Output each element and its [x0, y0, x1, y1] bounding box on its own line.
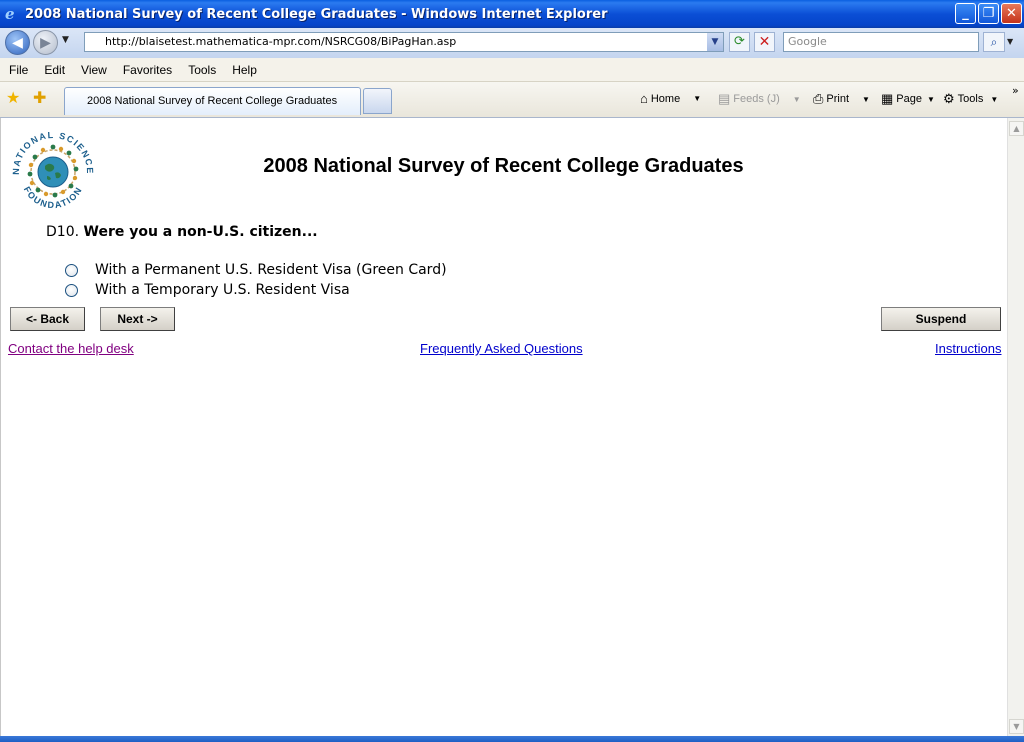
question-number: D10.	[46, 224, 80, 240]
recent-pages-dropdown-icon[interactable]: ▼	[62, 35, 69, 45]
stop-button[interactable]: ✕	[754, 32, 775, 52]
option-permanent-visa-label: With a Permanent U.S. Resident Visa (Gre…	[95, 262, 447, 278]
feeds-icon: ▤	[718, 91, 731, 106]
tools-dropdown-icon[interactable]: ▼	[990, 95, 998, 104]
forward-nav-button[interactable]: ▶	[33, 30, 58, 55]
search-placeholder: Google	[788, 35, 827, 48]
minimize-button[interactable]: _	[955, 3, 976, 24]
feeds-label: Feeds (J)	[733, 93, 780, 105]
vertical-scrollbar[interactable]: ▲ ▼	[1007, 118, 1024, 736]
printer-icon: ⎙	[813, 91, 824, 106]
help-desk-link[interactable]: Contact the help desk	[8, 341, 134, 356]
home-button[interactable]: ⌂ Home ▼	[640, 91, 701, 106]
arrow-right-icon: ▶	[40, 34, 51, 51]
tools-button[interactable]: ⚙ Tools ▼	[943, 91, 998, 107]
close-button[interactable]: ✕	[1001, 3, 1022, 24]
page-icon: ▦	[881, 91, 894, 106]
menu-file[interactable]: File	[9, 63, 28, 77]
status-bar-edge	[0, 736, 1024, 742]
menu-bar: File Edit View Favorites Tools Help	[0, 58, 1024, 82]
new-tab-button[interactable]	[363, 88, 392, 114]
radio-temporary-visa[interactable]	[65, 283, 78, 297]
page-content: NATIONAL SCIENCE FOUNDATION 2008 Nationa…	[0, 118, 1007, 736]
add-favorite-icon[interactable]: ✚	[33, 88, 46, 107]
favorites-star-icon[interactable]: ★	[6, 88, 20, 107]
page-button[interactable]: ▦ Page ▼	[881, 91, 935, 107]
feeds-button[interactable]: ▤ Feeds (J) ▼	[718, 91, 801, 107]
tab-bar: ★ ✚ 2008 National Survey of Recent Colle…	[0, 82, 1024, 118]
scroll-down-icon[interactable]: ▼	[1009, 719, 1024, 734]
refresh-icon: ⟳	[734, 34, 745, 49]
home-label: Home	[650, 92, 681, 105]
search-input[interactable]: Google	[783, 32, 979, 52]
feeds-dropdown-icon[interactable]: ▼	[793, 95, 801, 104]
scroll-up-icon[interactable]: ▲	[1009, 121, 1024, 136]
tools-label: Tools	[957, 93, 984, 105]
stop-icon: ✕	[758, 34, 771, 50]
logo-text-bottom: FOUNDATION	[22, 185, 83, 210]
question-text: D10. Were you a non-U.S. citizen...	[46, 224, 318, 240]
window-title: 2008 National Survey of Recent College G…	[25, 6, 608, 22]
chevron-more-icon[interactable]: »	[1012, 84, 1019, 97]
menu-tools[interactable]: Tools	[188, 63, 216, 77]
search-icon: ⌕	[990, 35, 998, 49]
print-dropdown-icon[interactable]: ▼	[862, 95, 870, 104]
home-dropdown-icon[interactable]: ▼	[693, 94, 701, 103]
tab-label: 2008 National Survey of Recent College G…	[87, 95, 338, 107]
back-nav-button[interactable]: ◀	[5, 30, 30, 55]
menu-favorites[interactable]: Favorites	[123, 63, 172, 77]
window-title-bar: e 2008 National Survey of Recent College…	[0, 0, 1024, 28]
back-button[interactable]: <- Back	[10, 307, 85, 331]
restore-button[interactable]: ❐	[978, 3, 999, 24]
print-label: Print	[826, 93, 850, 105]
question-label: Were you a non-U.S. citizen...	[83, 224, 318, 240]
page-title: 2008 National Survey of Recent College G…	[263, 155, 744, 177]
address-input[interactable]: http://blaisetest.mathematica-mpr.com/NS…	[84, 32, 724, 52]
search-button[interactable]: ⌕	[983, 32, 1005, 52]
menu-help[interactable]: Help	[232, 63, 257, 77]
refresh-button[interactable]: ⟳	[729, 32, 750, 52]
address-url-text: http://blaisetest.mathematica-mpr.com/NS…	[105, 35, 457, 48]
page-label: Page	[896, 93, 922, 105]
instructions-link[interactable]: Instructions	[935, 341, 1001, 356]
next-button[interactable]: Next ->	[100, 307, 175, 331]
ie-logo-icon: e	[5, 5, 15, 23]
address-dropdown-icon[interactable]: ▼	[707, 33, 723, 51]
window-controls: _ ❐ ✕	[955, 3, 1022, 24]
gear-icon: ⚙	[943, 91, 955, 106]
home-icon: ⌂	[640, 91, 648, 106]
suspend-button[interactable]: Suspend	[881, 307, 1001, 331]
option-temporary-visa-label: With a Temporary U.S. Resident Visa	[95, 282, 350, 298]
option-temporary-visa[interactable]: With a Temporary U.S. Resident Visa	[65, 282, 350, 298]
radio-permanent-visa[interactable]	[65, 263, 78, 277]
faq-link[interactable]: Frequently Asked Questions	[420, 341, 583, 356]
svg-text:FOUNDATION: FOUNDATION	[22, 185, 85, 210]
address-toolbar: ◀ ▶ ▼ http://blaisetest.mathematica-mpr.…	[0, 28, 1024, 58]
search-options-dropdown-icon[interactable]: ▼	[1007, 37, 1013, 46]
menu-edit[interactable]: Edit	[44, 63, 65, 77]
option-permanent-visa[interactable]: With a Permanent U.S. Resident Visa (Gre…	[65, 262, 447, 278]
menu-view[interactable]: View	[81, 63, 107, 77]
arrow-left-icon: ◀	[12, 34, 23, 51]
print-button[interactable]: ⎙ Print ▼	[813, 91, 870, 107]
tab-active[interactable]: 2008 National Survey of Recent College G…	[64, 87, 361, 115]
page-dropdown-icon[interactable]: ▼	[927, 95, 935, 104]
